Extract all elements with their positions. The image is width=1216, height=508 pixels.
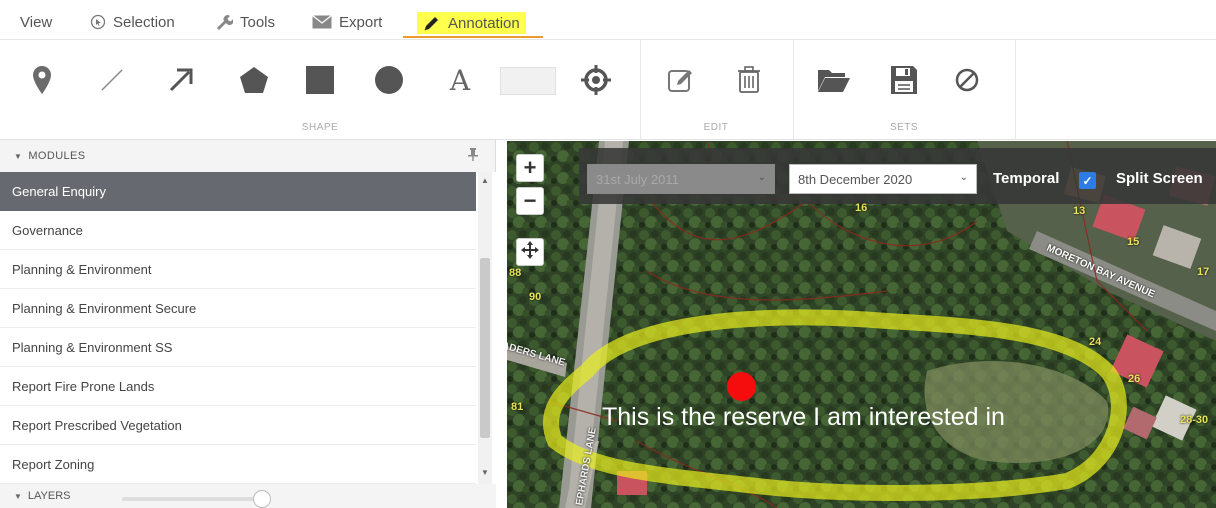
menu-tools-label: Tools [240,13,276,31]
lot-number: 88 [509,267,522,279]
group-label-sets: SETS [889,122,919,133]
lot-number: 13 [1073,205,1086,217]
checkmark-icon: ✓ [1082,173,1093,188]
modules-list: General Enquiry Governance Planning & En… [0,172,496,484]
polygon-icon[interactable] [234,60,274,100]
lot-number: 81 [511,401,524,413]
arrow-icon[interactable] [161,60,201,100]
scroll-down-icon[interactable]: ▼ [478,468,492,477]
zoom-out-button[interactable]: − [516,187,544,215]
zoom-in-button[interactable]: + [516,154,544,182]
save-icon[interactable] [884,60,924,100]
menu-selection[interactable]: Selection [90,10,175,34]
pan-icon [521,239,539,265]
chevron-down-icon: ⌄ [959,172,968,183]
lot-number: 24 [1089,336,1102,348]
list-item[interactable]: General Enquiry [0,172,476,211]
menu-annotation[interactable]: Annotation [417,12,526,34]
circle-icon[interactable] [369,60,409,100]
menu-selection-label: Selection [113,13,175,31]
modules-title: MODULES [28,150,86,162]
modules-panel: ▼ MODULES General Enquiry Governance Pla… [0,140,496,508]
menu-export-label: Export [339,13,383,31]
opacity-slider-track[interactable] [122,497,260,501]
layers-title: LAYERS [27,490,71,502]
annotation-ribbon: A SHAPE EDIT SETS [0,40,1216,140]
group-divider [640,40,641,140]
lot-number: 15 [1127,236,1140,248]
envelope-icon [312,15,332,29]
list-item-label: General Enquiry [12,183,106,199]
cursor-icon [90,14,106,30]
group-divider [793,40,794,140]
list-item[interactable]: Planning & Environment SS [0,328,476,367]
lot-number: 17 [1197,266,1210,278]
annotation-point-marker[interactable] [727,372,756,401]
list-item-label: Planning & Environment SS [12,339,173,355]
list-item-label: Report Fire Prone Lands [12,378,155,394]
list-item[interactable]: Report Zoning [0,445,476,484]
menu-view[interactable]: View [20,10,52,34]
list-item-label: Planning & Environment [12,261,152,277]
scroll-thumb[interactable] [480,258,490,438]
list-scrollbar[interactable]: ▲ ▼ [478,172,492,484]
top-menu-bar: View Selection Tools Export Annotation [0,0,1216,40]
zoom-out-label: − [523,188,537,213]
text-tool-glyph: A [449,63,471,97]
edit-icon[interactable] [661,60,701,100]
opacity-slider-handle[interactable] [253,490,271,508]
list-item[interactable]: Planning & Environment [0,250,476,289]
pencil-icon [423,15,441,31]
collapse-caret-icon: ▼ [14,151,23,161]
annotation-text-label[interactable]: This is the reserve I am interested in [602,403,1005,432]
map-view[interactable]: + − 31st July 2011 ⌄ 8th December 2020 ⌄… [507,141,1216,508]
list-item-label: Report Prescribed Vegetation [12,417,182,433]
date-after-value: 8th December 2020 [798,171,913,187]
list-item[interactable]: Governance [0,211,476,250]
temporal-toolbar: 31st July 2011 ⌄ 8th December 2020 ⌄ Tem… [579,148,1216,204]
menu-tools[interactable]: Tools [215,10,275,34]
collapse-caret-icon: ▼ [14,491,22,501]
group-divider [1015,40,1016,140]
rectangle-icon[interactable] [300,60,340,100]
open-folder-icon[interactable] [814,60,854,100]
list-item[interactable]: Report Prescribed Vegetation [0,406,476,445]
target-icon[interactable] [576,60,616,100]
pin-icon[interactable] [468,148,478,164]
lot-number: 28-30 [1180,414,1209,426]
date-before-value: 31st July 2011 [596,171,679,187]
temporal-checkbox[interactable]: ✓ [1079,172,1096,189]
scroll-up-icon[interactable]: ▲ [478,176,492,185]
date-select-before: 31st July 2011 ⌄ [587,164,775,194]
modules-header[interactable]: ▼ MODULES [0,140,496,172]
list-item-label: Planning & Environment Secure [12,300,197,316]
list-item[interactable]: Report Fire Prone Lands [0,367,476,406]
lot-number: 16 [855,202,868,214]
menu-export[interactable]: Export [312,10,382,34]
trash-icon[interactable] [729,60,769,100]
point-marker-icon[interactable] [22,60,62,100]
group-label-shape: SHAPE [301,122,339,133]
layers-header[interactable]: ▼ LAYERS [0,484,496,508]
list-item-label: Report Zoning [12,456,95,472]
line-icon[interactable] [92,60,132,100]
lot-number: 26 [1128,373,1141,385]
chevron-down-icon: ⌄ [757,172,766,183]
split-screen-toggle[interactable]: Split Screen [1116,170,1203,187]
lot-number: 90 [529,291,542,303]
zoom-in-label: + [523,155,537,180]
list-item[interactable]: Planning & Environment Secure [0,289,476,328]
text-icon[interactable]: A [440,60,480,100]
group-label-edit: EDIT [703,122,729,133]
menu-annotation-label: Annotation [448,14,520,32]
list-item-label: Governance [12,222,83,238]
pan-button[interactable] [516,238,544,266]
active-tab-indicator [403,36,543,38]
clear-icon[interactable] [947,60,987,100]
menu-view-label: View [20,13,53,31]
date-select-after[interactable]: 8th December 2020 ⌄ [789,164,977,194]
wrench-icon [215,14,233,30]
color-swatch[interactable] [500,67,556,95]
temporal-label: Temporal [993,170,1060,187]
